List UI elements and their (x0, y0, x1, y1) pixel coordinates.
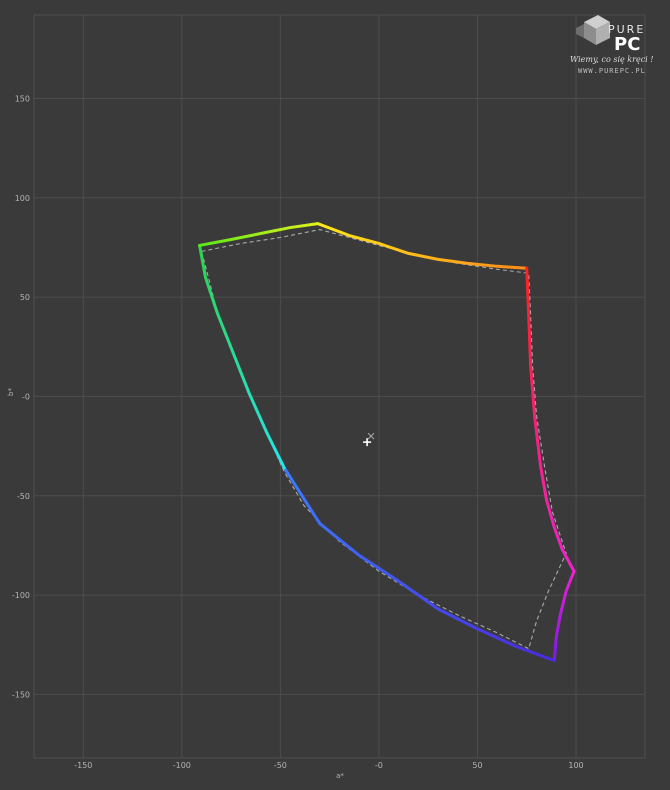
x-tick-label: 50 (472, 761, 482, 770)
x-tick-label: -0 (375, 761, 383, 770)
y-tick-label: -100 (12, 591, 30, 600)
y-tick-label: 150 (15, 94, 30, 103)
y-tick-label: 100 (15, 194, 30, 203)
gamut-chart: -150 -100 -50 -0 50 100-150-100-50-050100150 … (0, 0, 670, 790)
x-tick-label: 100 (568, 761, 583, 770)
logo-url: WWW.PUREPC.PL (578, 67, 646, 75)
y-axis-label: b* (7, 388, 15, 396)
chart-background (0, 0, 670, 790)
y-tick-label: -0 (22, 392, 30, 401)
x-tick-label: -100 (173, 761, 191, 770)
y-tick-label: 50 (20, 293, 30, 302)
x-tick-label: -150 (74, 761, 92, 770)
y-tick-label: -150 (12, 690, 30, 699)
logo-pc: PC (614, 34, 640, 55)
x-axis-label: a* (336, 772, 344, 780)
x-tick-label: -50 (274, 761, 287, 770)
y-tick-label: -50 (17, 492, 30, 501)
logo-tagline: Wiemy, co się kręci ! (570, 55, 654, 64)
